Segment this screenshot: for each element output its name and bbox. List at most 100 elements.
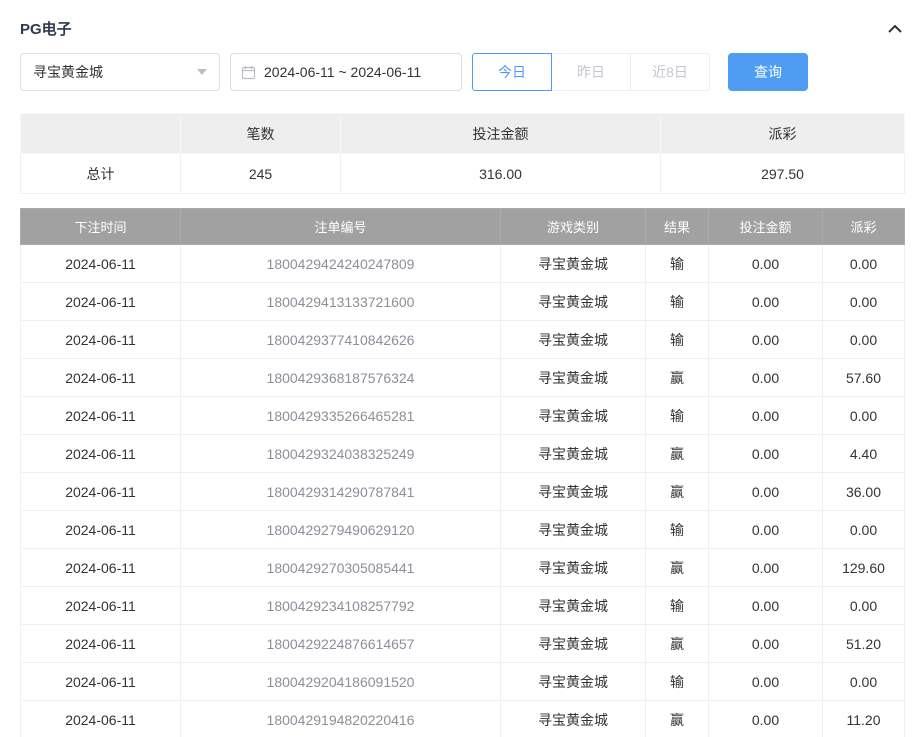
cell-bet-amount: 0.00 — [709, 283, 823, 321]
query-button[interactable]: 查询 — [728, 53, 808, 91]
cell-game-category: 寻宝黄金城 — [501, 397, 646, 435]
cell-bet-time: 2024-06-11 — [21, 397, 181, 435]
cell-bet-amount: 0.00 — [709, 625, 823, 663]
cell-result: 赢 — [646, 359, 709, 397]
cell-bet-time: 2024-06-11 — [21, 549, 181, 587]
date-range-value: 2024-06-11 ~ 2024-06-11 — [264, 64, 421, 80]
cell-order-id: 1800429234108257792 — [181, 587, 501, 625]
cell-result: 赢 — [646, 625, 709, 663]
chevron-down-icon — [197, 69, 207, 75]
cell-bet-time: 2024-06-11 — [21, 587, 181, 625]
summary-table: 笔数 投注金额 派彩 总计 245 316.00 297.50 — [20, 113, 905, 194]
cell-bet-amount: 0.00 — [709, 321, 823, 359]
yesterday-button[interactable]: 昨日 — [551, 53, 631, 91]
cell-order-id: 1800429377410842626 — [181, 321, 501, 359]
table-row: 2024-06-11 1800429424240247809 寻宝黄金城 输 0… — [21, 245, 905, 283]
cell-order-id: 1800429194820220416 — [181, 701, 501, 737]
cell-payout: 0.00 — [823, 663, 905, 701]
cell-bet-amount: 0.00 — [709, 663, 823, 701]
cell-bet-time: 2024-06-11 — [21, 435, 181, 473]
cell-payout: 0.00 — [823, 321, 905, 359]
cell-payout: 129.60 — [823, 549, 905, 587]
cell-result: 输 — [646, 587, 709, 625]
last-8-days-button[interactable]: 近8日 — [630, 53, 710, 91]
cell-result: 输 — [646, 283, 709, 321]
bet-table-body: 2024-06-11 1800429424240247809 寻宝黄金城 输 0… — [21, 245, 905, 737]
cell-result: 输 — [646, 397, 709, 435]
filter-row: 寻宝黄金城 2024-06-11 ~ 2024-06-11 今日 昨日 近8日 … — [20, 53, 904, 91]
header-bet-time: 下注时间 — [21, 209, 181, 245]
cell-result: 赢 — [646, 701, 709, 737]
header-payout: 派彩 — [823, 209, 905, 245]
date-range-input[interactable]: 2024-06-11 ~ 2024-06-11 — [230, 53, 462, 91]
table-row: 2024-06-11 1800429194820220416 寻宝黄金城 赢 0… — [21, 701, 905, 737]
table-row: 2024-06-11 1800429335266465281 寻宝黄金城 输 0… — [21, 397, 905, 435]
pg-panel: PG电子 寻宝黄金城 2024-06-11 ~ 2024-06-11 今日 昨日 — [0, 0, 924, 737]
cell-bet-amount: 0.00 — [709, 511, 823, 549]
bet-table-header-row: 下注时间 注单编号 游戏类别 结果 投注金额 派彩 — [21, 209, 905, 245]
cell-payout: 0.00 — [823, 511, 905, 549]
cell-bet-time: 2024-06-11 — [21, 245, 181, 283]
cell-game-category: 寻宝黄金城 — [501, 473, 646, 511]
game-select-value: 寻宝黄金城 — [33, 62, 103, 82]
cell-game-category: 寻宝黄金城 — [501, 549, 646, 587]
header-result: 结果 — [646, 209, 709, 245]
cell-payout: 4.40 — [823, 435, 905, 473]
summary-total-label: 总计 — [21, 154, 181, 194]
cell-order-id: 1800429279490629120 — [181, 511, 501, 549]
cell-order-id: 1800429314290787841 — [181, 473, 501, 511]
cell-result: 输 — [646, 511, 709, 549]
cell-order-id: 1800429270305085441 — [181, 549, 501, 587]
summary-header-row: 笔数 投注金额 派彩 — [21, 114, 905, 154]
cell-bet-time: 2024-06-11 — [21, 511, 181, 549]
cell-order-id: 1800429224876614657 — [181, 625, 501, 663]
cell-result: 赢 — [646, 473, 709, 511]
cell-payout: 0.00 — [823, 245, 905, 283]
table-row: 2024-06-11 1800429234108257792 寻宝黄金城 输 0… — [21, 587, 905, 625]
cell-game-category: 寻宝黄金城 — [501, 663, 646, 701]
cell-game-category: 寻宝黄金城 — [501, 359, 646, 397]
summary-total-row: 总计 245 316.00 297.50 — [21, 154, 905, 194]
cell-payout: 0.00 — [823, 397, 905, 435]
cell-bet-amount: 0.00 — [709, 473, 823, 511]
cell-bet-time: 2024-06-11 — [21, 321, 181, 359]
table-row: 2024-06-11 1800429368187576324 寻宝黄金城 赢 0… — [21, 359, 905, 397]
table-row: 2024-06-11 1800429413133721600 寻宝黄金城 输 0… — [21, 283, 905, 321]
summary-count-value: 245 — [181, 154, 341, 194]
game-select[interactable]: 寻宝黄金城 — [20, 53, 220, 91]
cell-payout: 36.00 — [823, 473, 905, 511]
header-game-category: 游戏类别 — [501, 209, 646, 245]
cell-payout: 11.20 — [823, 701, 905, 737]
cell-bet-amount: 0.00 — [709, 435, 823, 473]
cell-game-category: 寻宝黄金城 — [501, 245, 646, 283]
cell-game-category: 寻宝黄金城 — [501, 625, 646, 663]
cell-game-category: 寻宝黄金城 — [501, 321, 646, 359]
bet-table: 下注时间 注单编号 游戏类别 结果 投注金额 派彩 2024-06-11 180… — [20, 208, 905, 737]
cell-result: 输 — [646, 245, 709, 283]
cell-bet-time: 2024-06-11 — [21, 283, 181, 321]
cell-result: 赢 — [646, 435, 709, 473]
summary-header-empty — [21, 114, 181, 154]
cell-game-category: 寻宝黄金城 — [501, 511, 646, 549]
cell-payout: 0.00 — [823, 283, 905, 321]
cell-bet-amount: 0.00 — [709, 359, 823, 397]
summary-header-bet-amount: 投注金额 — [341, 114, 661, 154]
cell-bet-amount: 0.00 — [709, 245, 823, 283]
cell-result: 输 — [646, 663, 709, 701]
table-row: 2024-06-11 1800429270305085441 寻宝黄金城 赢 0… — [21, 549, 905, 587]
cell-bet-time: 2024-06-11 — [21, 663, 181, 701]
table-row: 2024-06-11 1800429204186091520 寻宝黄金城 输 0… — [21, 663, 905, 701]
cell-payout: 57.60 — [823, 359, 905, 397]
cell-game-category: 寻宝黄金城 — [501, 587, 646, 625]
cell-order-id: 1800429324038325249 — [181, 435, 501, 473]
today-button[interactable]: 今日 — [472, 53, 552, 91]
page-title: PG电子 — [20, 18, 72, 39]
table-row: 2024-06-11 1800429314290787841 寻宝黄金城 赢 0… — [21, 473, 905, 511]
calendar-icon — [241, 65, 256, 80]
cell-payout: 0.00 — [823, 587, 905, 625]
summary-payout-value: 297.50 — [661, 154, 905, 194]
cell-game-category: 寻宝黄金城 — [501, 435, 646, 473]
collapse-chevron-up-icon[interactable] — [886, 23, 904, 35]
cell-order-id: 1800429335266465281 — [181, 397, 501, 435]
cell-bet-amount: 0.00 — [709, 701, 823, 737]
